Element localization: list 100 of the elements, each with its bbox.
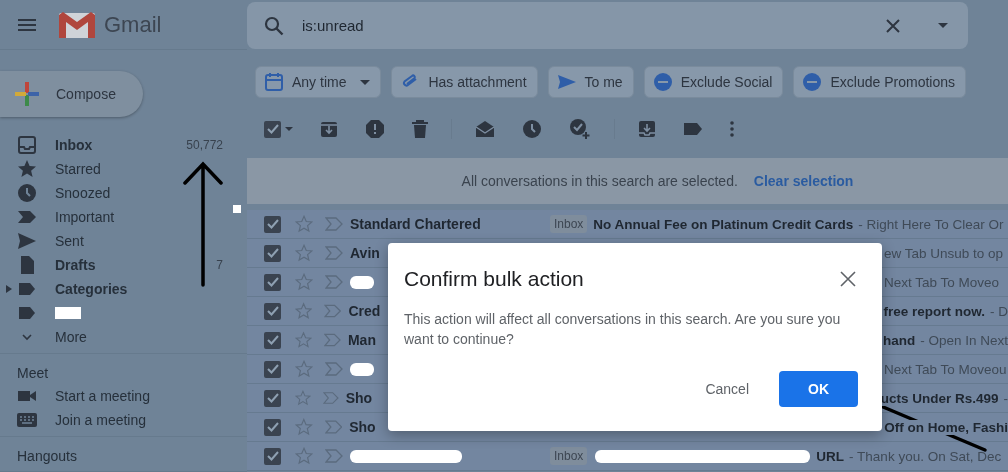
video-icon [17, 388, 37, 404]
sidebar-label: Starred [55, 161, 101, 177]
sender-name: Man [347, 332, 376, 348]
banner-text: All conversations in this search are selected. [461, 173, 738, 189]
caret-icon[interactable] [285, 127, 293, 131]
star-icon[interactable] [295, 302, 313, 320]
calendar-icon [264, 72, 284, 92]
search-field[interactable]: is:unread [247, 2, 968, 49]
sidebar-label: Sent [55, 233, 84, 249]
star-icon[interactable] [295, 447, 313, 465]
meet-item[interactable]: Start a meeting [0, 384, 247, 408]
sender-name: Standard Chartered [350, 216, 481, 232]
filter-chip[interactable]: Any time [255, 66, 382, 98]
star-icon[interactable] [295, 389, 311, 407]
important-marker-icon[interactable] [324, 304, 342, 318]
sidebar-item[interactable]: Inbox 50,772 [0, 133, 247, 157]
close-icon[interactable] [886, 18, 900, 33]
sidebar-label: Snoozed [55, 185, 111, 201]
sidebar-item[interactable]: Snoozed [0, 181, 247, 205]
important-marker-icon[interactable] [325, 246, 343, 260]
email-snippet: Next Tab To Moveou [884, 361, 1007, 377]
row-checkbox[interactable] [264, 447, 281, 465]
important-marker-icon[interactable] [322, 391, 339, 405]
row-checkbox[interactable] [264, 389, 281, 407]
star-icon[interactable] [295, 215, 313, 233]
row-checkbox[interactable] [264, 215, 281, 233]
app-name: Gmail [104, 11, 162, 38]
email-snippet: ew Tab Unsub to op [884, 245, 1004, 261]
add-task-icon[interactable] [569, 118, 591, 140]
sidebar-item[interactable]: Categories [0, 277, 247, 301]
expand-icon[interactable] [5, 285, 12, 293]
sidebar-item[interactable]: Important [0, 205, 247, 229]
email-row[interactable]: Standard Chartered Inbox No Annual Fee on Platinum Credit Cards - Right Here To Clear Or [247, 210, 1008, 239]
sidebar-label: More [55, 329, 87, 345]
star-icon[interactable] [295, 360, 313, 378]
menu-icon[interactable] [18, 18, 36, 31]
envelope-logo-icon [58, 10, 96, 39]
inbox-icon [17, 135, 37, 155]
sender-name: Sho [345, 390, 373, 406]
cancel-button[interactable]: Cancel [693, 373, 761, 405]
ok-button[interactable]: OK [779, 371, 858, 407]
inbox-tag: Inbox [550, 447, 588, 465]
sidebar-label: Categories [55, 281, 128, 297]
star-icon[interactable] [295, 331, 312, 349]
clear-selection-link[interactable]: Clear selection [753, 173, 854, 189]
close-icon[interactable] [840, 271, 856, 287]
filter-chip[interactable]: Exclude Promotions [793, 66, 966, 98]
select-all-checkbox[interactable] [264, 120, 281, 138]
star-icon[interactable] [295, 418, 313, 436]
move-to-icon[interactable] [638, 120, 656, 138]
row-checkbox[interactable] [264, 273, 281, 291]
search-icon[interactable] [264, 15, 284, 36]
label-icon[interactable] [683, 122, 703, 136]
important-marker-icon[interactable] [325, 362, 343, 376]
row-checkbox[interactable] [264, 331, 281, 349]
open-envelope-icon[interactable] [475, 120, 495, 138]
star-icon[interactable] [295, 273, 313, 291]
sidebar-item[interactable]: More [0, 325, 247, 349]
keyboard-icon [17, 412, 37, 428]
important-marker-icon[interactable] [325, 275, 343, 289]
email-snippet: - Right Here To Clear Or [858, 216, 1004, 232]
sidebar-item[interactable]: Drafts 7 [0, 253, 247, 277]
minus-icon [652, 72, 673, 92]
archive-icon[interactable] [320, 120, 338, 138]
item-count: 7 [216, 258, 223, 272]
dialog-title: Confirm bulk action [404, 267, 584, 291]
important-marker-icon[interactable] [324, 420, 343, 434]
section-title: Meet [16, 364, 50, 383]
compose-button[interactable]: Compose [0, 71, 143, 117]
caret-icon [360, 79, 371, 85]
sidebar-item[interactable]: Sent [0, 229, 247, 253]
email-row[interactable]: Inbox URL - Thank you. On Sat, Dec [247, 442, 1008, 471]
row-checkbox[interactable] [264, 244, 281, 262]
caret-icon[interactable] [938, 23, 948, 28]
sidebar-label: Inbox [55, 137, 93, 153]
row-checkbox[interactable] [264, 302, 281, 320]
clock-icon[interactable] [522, 119, 542, 139]
important-marker-icon[interactable] [325, 449, 343, 463]
dialog-message: This action will affect all conversations in this search. Are you sure you want to continue? [404, 310, 842, 349]
important-marker-icon[interactable] [325, 217, 343, 231]
filter-chip[interactable]: To me [547, 66, 634, 98]
sender-name: Sho [349, 419, 376, 435]
delete-icon[interactable] [412, 120, 428, 138]
important-marker-icon[interactable] [323, 333, 341, 347]
filter-chip[interactable]: Exclude Social [643, 66, 784, 98]
star-icon [17, 159, 37, 179]
filter-chip[interactable]: Has attachment [391, 66, 538, 98]
meet-item[interactable]: Join a meeting [0, 408, 247, 432]
sidebar-item[interactable]: Starred [0, 157, 247, 181]
redaction-mark [233, 205, 241, 213]
star-icon[interactable] [295, 244, 313, 262]
section-title: Hangouts [16, 447, 78, 466]
clock-icon [17, 183, 37, 203]
sidebar-label: Drafts [55, 257, 96, 273]
email-snippet: - D [990, 303, 1008, 319]
more-icon[interactable] [730, 121, 734, 137]
send-icon [556, 72, 577, 92]
row-checkbox[interactable] [264, 418, 281, 436]
report-spam-icon[interactable] [365, 119, 385, 139]
row-checkbox[interactable] [264, 360, 281, 378]
